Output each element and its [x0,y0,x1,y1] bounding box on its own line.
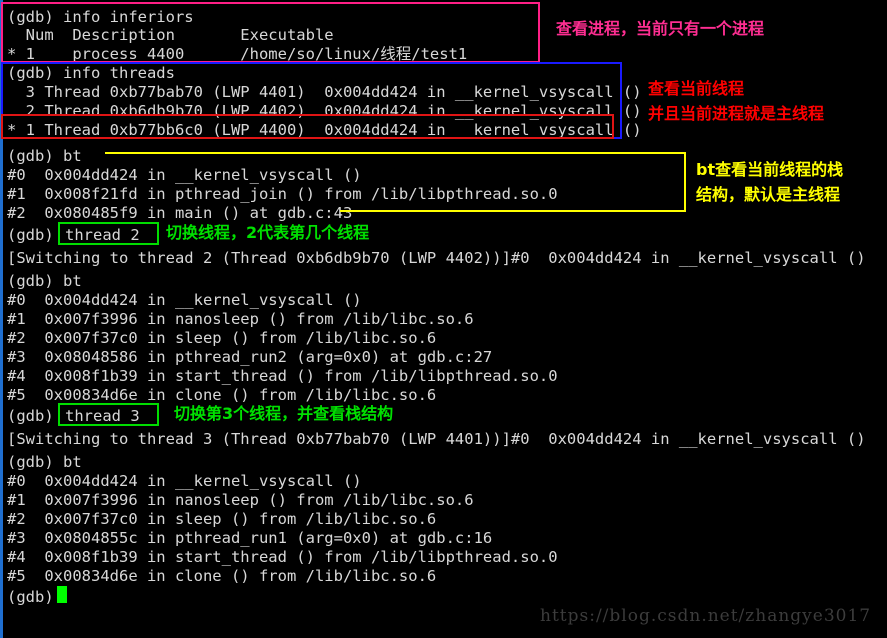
inferiors-output-box [1,2,540,63]
terminal-cursor [57,586,67,603]
gdb-terminal-screenshot: (gdb) info inferiors Num Description Exe… [0,0,887,638]
terminal-line: [Switching to thread 2 (Thread 0xb6db9b7… [7,249,866,267]
terminal-line: [Switching to thread 3 (Thread 0xb77bab7… [7,430,866,448]
terminal-line: (gdb) bt [7,147,82,165]
terminal-line: #3 0x08048586 in pthread_run2 (arg=0x0) … [7,348,493,366]
annotation-threads: 并且当前进程就是主线程 [648,104,825,123]
thread3-command-box [58,403,159,426]
terminal-line: #0 0x004dd424 in __kernel_vsyscall () [7,472,362,490]
annotation-bt: bt查看当前线程的栈 [696,160,844,179]
terminal-line: #4 0x008f1b39 in start_thread () from /l… [7,548,558,566]
annotation-thread2: 切换线程，2代表第几个线程 [166,223,370,242]
annotation-inferiors: 查看进程，当前只有一个进程 [556,19,765,38]
terminal-line: #3 0x0804855c in pthread_run1 (arg=0x0) … [7,529,493,547]
terminal-line: (gdb) [7,407,54,425]
annotation-threads: 查看当前线程 [648,79,745,98]
terminal-line: #1 0x007f3996 in nanosleep () from /lib/… [7,491,474,509]
terminal-line: #1 0x007f3996 in nanosleep () from /lib/… [7,310,474,328]
terminal-line: (gdb) bt [7,453,82,471]
terminal-line: #1 0x008f21fd in pthread_join () from /l… [7,185,558,203]
terminal-line: #0 0x004dd424 in __kernel_vsyscall () [7,291,362,309]
bracket-right-line [684,152,686,212]
bracket-bottom-line [340,210,686,212]
annotation-thread3: 切换第3个线程，并查看栈结构 [174,404,394,423]
watermark: https://blog.csdn.net/zhangye3017 [540,606,872,626]
thread2-command-box [58,222,159,245]
terminal-line: #2 0x007f37c0 in sleep () from /lib/libc… [7,329,437,347]
terminal-line: (gdb) bt [7,272,82,290]
terminal-line: #5 0x00834d6e in clone () from /lib/libc… [7,386,437,404]
terminal-line: #2 0x080485f9 in main () at gdb.c:43 [7,204,353,222]
bracket-top-line [105,152,686,154]
annotation-bt: 结构，默认是主线程 [696,185,841,204]
terminal-line: #2 0x007f37c0 in sleep () from /lib/libc… [7,510,437,528]
terminal-line: (gdb) [7,588,54,606]
terminal-line: #5 0x00834d6e in clone () from /lib/libc… [7,567,437,585]
terminal-line: (gdb) [7,226,54,244]
terminal-line: #4 0x008f1b39 in start_thread () from /l… [7,367,558,385]
main-thread-row-box [1,114,614,139]
terminal-line: #0 0x004dd424 in __kernel_vsyscall () [7,166,362,184]
